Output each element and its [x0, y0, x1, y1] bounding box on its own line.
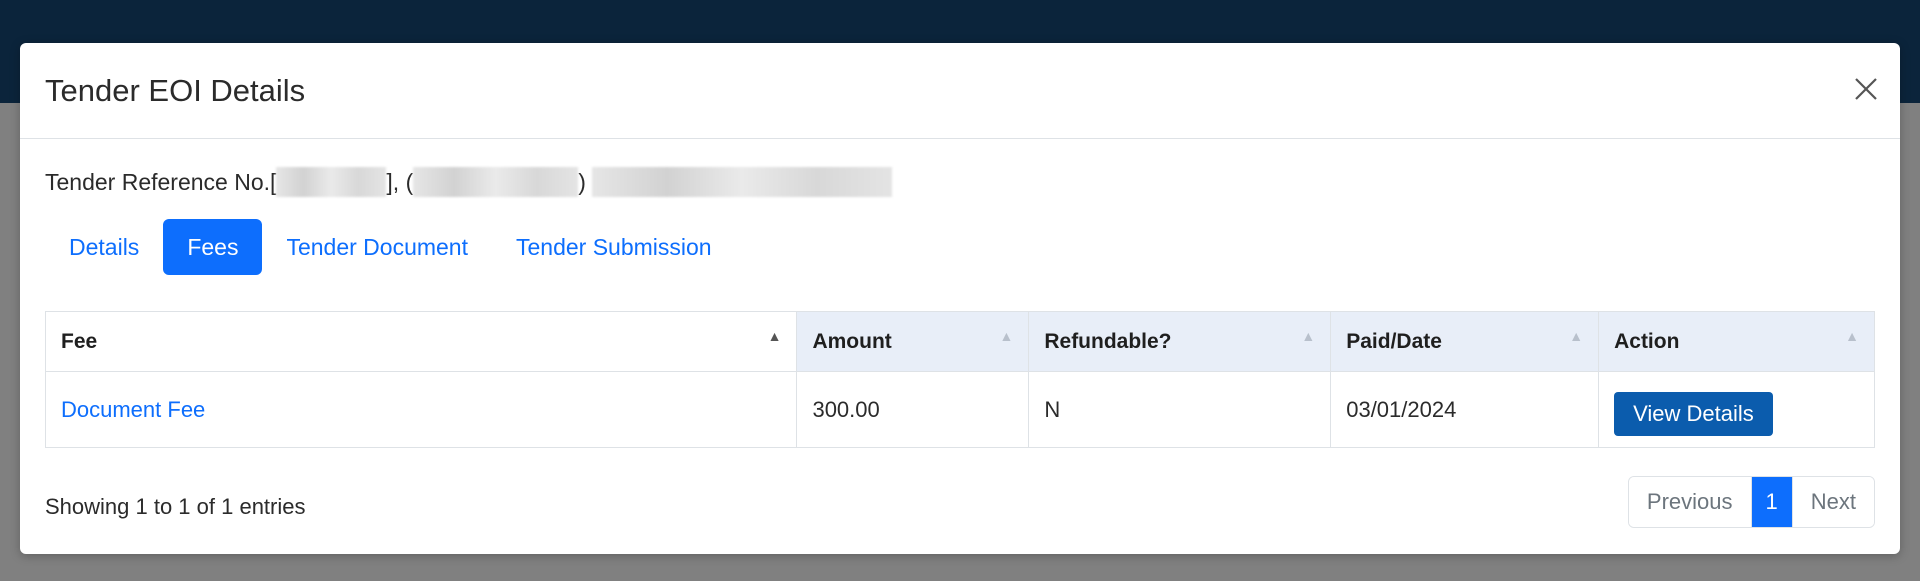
column-label: Paid/Date: [1346, 329, 1442, 353]
pagination: Previous 1 Next: [1627, 476, 1875, 528]
column-header-fee[interactable]: Fee ▲: [44, 311, 798, 372]
table-row: Document Fee 300.00 N 03/01/2024 View De…: [44, 371, 1875, 448]
view-details-button[interactable]: View Details: [1614, 391, 1773, 436]
column-label: Fee: [61, 329, 98, 353]
modal-title: Tender EOI Details: [45, 73, 306, 108]
sort-icon: ▲: [1569, 328, 1584, 344]
tender-reference-line: Tender Reference No.[ ], ( ): [45, 164, 892, 200]
sort-icon: ▲: [1301, 328, 1316, 344]
redacted-tender-code: [413, 167, 579, 197]
reference-separator: ], (: [386, 168, 414, 195]
modal-header: Tender EOI Details: [20, 43, 1900, 139]
column-label: Amount: [812, 329, 892, 353]
column-label: Refundable?: [1044, 329, 1172, 353]
redacted-tender-title: [591, 167, 892, 197]
action-cell: View Details: [1598, 371, 1875, 448]
refundable-cell: N: [1028, 371, 1332, 448]
tab-fees[interactable]: Fees: [163, 219, 263, 275]
table-header-row: Fee ▲ Amount ▲ Refundable? ▲ Paid/Date ▲ Act…: [44, 311, 1875, 372]
sort-ascending-icon: ▲: [767, 328, 782, 344]
pagination-previous[interactable]: Previous: [1628, 477, 1751, 527]
pagination-next[interactable]: Next: [1791, 477, 1874, 527]
paid-date-cell: 03/01/2024: [1330, 371, 1600, 448]
pagination-page-1[interactable]: 1: [1750, 477, 1792, 527]
reference-prefix: Tender Reference No.[: [45, 168, 277, 195]
modal-body: Tender Reference No.[ ], ( ) Details Fee…: [44, 139, 1875, 554]
amount-cell: 300.00: [796, 371, 1030, 448]
fee-tabs: Details Fees Tender Document Tender Subm…: [45, 219, 736, 275]
column-header-paid-date[interactable]: Paid/Date ▲: [1330, 311, 1600, 372]
tab-tender-submission[interactable]: Tender Submission: [492, 219, 736, 275]
table-info: Showing 1 to 1 of 1 entries: [45, 494, 306, 519]
close-button[interactable]: [1850, 73, 1882, 105]
sort-icon: ▲: [1845, 328, 1859, 344]
tender-eoi-modal: Tender EOI Details Tender Reference No.[…: [20, 43, 1900, 554]
tab-details[interactable]: Details: [45, 219, 163, 275]
reference-close-paren: ): [578, 168, 586, 195]
redacted-reference-number: [276, 167, 387, 197]
column-header-action[interactable]: Action ▲: [1598, 311, 1875, 372]
column-header-refundable[interactable]: Refundable? ▲: [1028, 311, 1332, 372]
tab-tender-document[interactable]: Tender Document: [262, 219, 492, 275]
close-icon: [1855, 78, 1877, 100]
column-label: Action: [1614, 329, 1680, 353]
fee-cell: Document Fee: [44, 371, 798, 448]
fee-link[interactable]: Document Fee: [61, 397, 205, 422]
fees-table: Fee ▲ Amount ▲ Refundable? ▲ Paid/Date ▲ Act…: [44, 311, 1875, 448]
sort-icon: ▲: [999, 328, 1014, 344]
column-header-amount[interactable]: Amount ▲: [796, 311, 1030, 372]
